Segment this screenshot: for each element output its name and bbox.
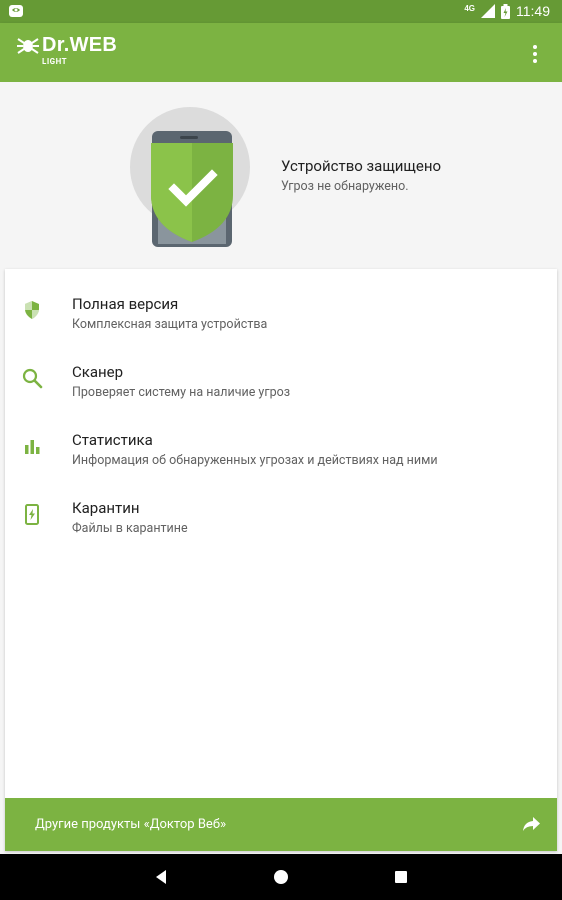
logo-wordmark: Dr.WEB (42, 34, 118, 56)
system-nav-bar (0, 854, 562, 900)
share-icon (523, 817, 540, 831)
menu-item-full-version[interactable]: Полная версия Комплексная защита устройс… (5, 279, 557, 347)
spider-logo-icon (17, 38, 39, 54)
back-icon[interactable] (151, 867, 171, 887)
network-type: 4G (464, 3, 475, 13)
battery-icon (501, 3, 510, 19)
protection-status-panel: Устройство защищено Угроз не обнаружено. (0, 82, 562, 269)
status-bar: 4G 11:49 (0, 0, 562, 23)
menu-item-desc: Комплексная защита устройства (72, 317, 268, 332)
drweb-notification-icon (9, 5, 23, 17)
quarantine-icon (25, 504, 39, 525)
drweb-logo: Dr.WEB LIGHT (16, 35, 117, 71)
menu-item-desc: Проверяет систему на наличие угроз (72, 385, 291, 400)
status-illustration (130, 107, 250, 247)
recents-icon[interactable] (391, 867, 411, 887)
home-icon[interactable] (271, 867, 291, 887)
logo-subtext: LIGHT (42, 57, 68, 66)
signal-icon (481, 4, 495, 18)
menu-item-title: Карантин (72, 499, 140, 517)
menu-item-title: Полная версия (72, 295, 179, 313)
other-products-label: Другие продукты «Доктор Веб» (35, 817, 227, 832)
menu-item-desc: Информация об обнаруженных угрозах и дей… (72, 453, 438, 468)
menu-item-statistics[interactable]: Статистика Информация об обнаруженных уг… (5, 415, 557, 483)
menu-item-title: Сканер (72, 363, 124, 381)
menu-item-title: Статистика (72, 431, 153, 449)
bar-chart-icon (25, 440, 40, 454)
shield-icon (25, 301, 39, 319)
menu-item-desc: Файлы в карантине (72, 521, 188, 536)
status-subtitle: Угроз не обнаружено. (281, 179, 409, 194)
other-products-button[interactable]: Другие продукты «Доктор Веб» (5, 798, 557, 851)
menu-item-quarantine[interactable]: Карантин Файлы в карантине (5, 483, 557, 551)
status-right: 4G 11:49 (464, 3, 550, 19)
status-title: Устройство защищено (281, 157, 442, 175)
menu-item-scanner[interactable]: Сканер Проверяет систему на наличие угро… (5, 347, 557, 415)
menu-card: Полная версия Комплексная защита устройс… (5, 269, 557, 851)
overflow-menu-icon[interactable] (530, 43, 540, 65)
status-time: 11:49 (516, 3, 550, 19)
app-toolbar: Dr.WEB LIGHT (0, 23, 562, 82)
protected-phone-icon (151, 131, 233, 247)
search-icon (22, 368, 43, 389)
